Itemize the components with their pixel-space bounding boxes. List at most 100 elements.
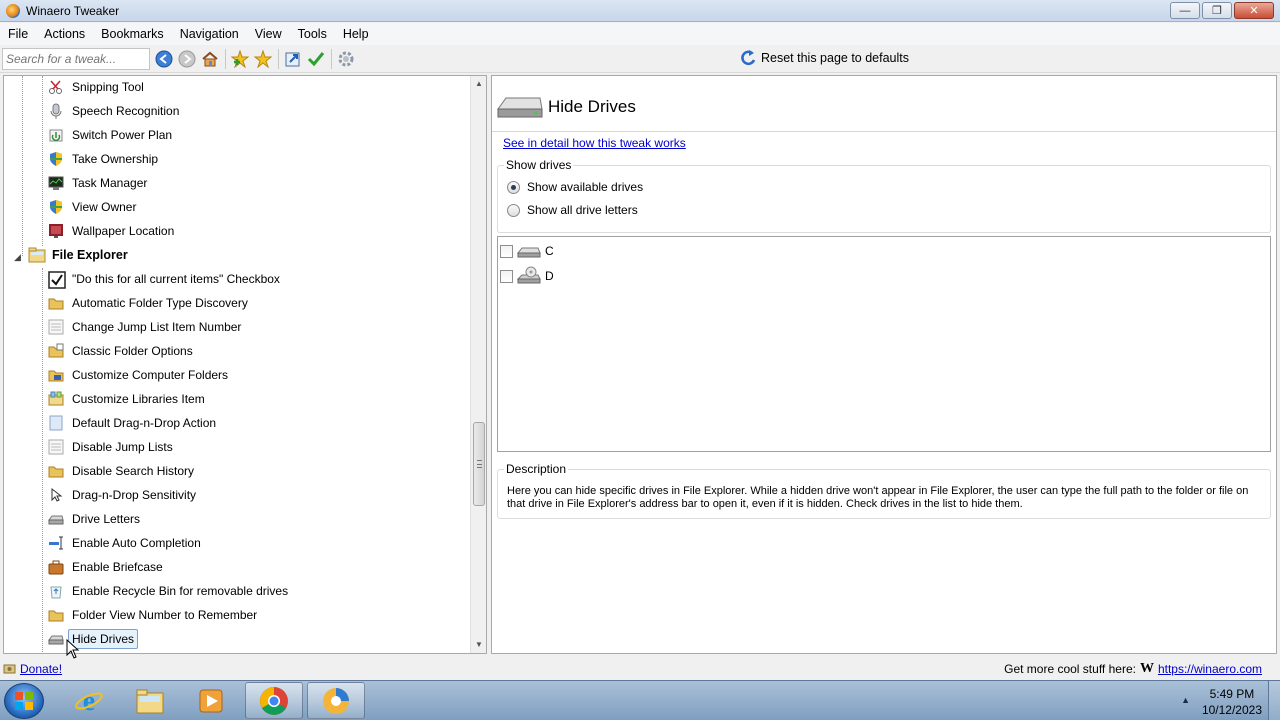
scroll-down-icon[interactable]: ▼ <box>471 637 486 653</box>
show-available-drives-radio[interactable]: Show available drives <box>507 180 643 194</box>
tree-connector <box>42 76 43 246</box>
menu-tools[interactable]: Tools <box>290 27 335 41</box>
radio-label: Show all drive letters <box>527 203 638 217</box>
add-bookmark-icon[interactable] <box>231 49 249 68</box>
taskbar-media-player[interactable] <box>182 682 240 719</box>
start-button[interactable] <box>4 683 44 719</box>
winaero-site-link[interactable]: https://winaero.com <box>1158 662 1262 676</box>
tree-item-folder-view-number[interactable]: Folder View Number to Remember <box>48 604 257 626</box>
tree-item-speech-recognition[interactable]: Speech Recognition <box>48 100 179 122</box>
menu-bar: File Actions Bookmarks Navigation View T… <box>0 23 1280 45</box>
tree-item-wallpaper-location[interactable]: Wallpaper Location <box>48 220 174 242</box>
tree-item-classic-folder-options[interactable]: Classic Folder Options <box>48 340 193 362</box>
home-icon[interactable] <box>201 50 219 68</box>
show-all-drive-letters-radio[interactable]: Show all drive letters <box>507 203 638 217</box>
collapse-file-explorer-toggle[interactable]: ◢ <box>14 253 22 262</box>
back-icon[interactable] <box>155 50 173 68</box>
tree-item-view-owner[interactable]: View Owner <box>48 196 136 218</box>
tree-item-task-manager[interactable]: Task Manager <box>48 172 147 194</box>
tree-item-disable-search-history[interactable]: Disable Search History <box>48 460 194 482</box>
tree-item-default-drag-n-drop-action[interactable]: Default Drag-n-Drop Action <box>48 412 216 434</box>
tray-expand-icon[interactable]: ▲ <box>1181 695 1190 705</box>
menu-navigation[interactable]: Navigation <box>172 27 247 41</box>
taskbar-file-explorer[interactable] <box>121 682 179 719</box>
tree-item-enable-auto-completion[interactable]: Enable Auto Completion <box>48 532 201 554</box>
drag-drop-icon <box>48 415 64 431</box>
radio-label: Show available drives <box>527 180 644 194</box>
menu-view[interactable]: View <box>247 27 290 41</box>
svg-text:e: e <box>83 686 95 716</box>
wallpaper-icon <box>48 223 64 239</box>
drive-row-c[interactable]: C <box>500 243 554 259</box>
taskbar-winaero-tweaker[interactable] <box>307 682 365 719</box>
toolbar: Reset this page to defaults <box>0 45 1280 73</box>
checkbox-icon <box>48 271 66 289</box>
status-bar: Donate! Get more cool stuff here: W http… <box>0 657 1280 680</box>
detail-link[interactable]: See in detail how this tweak works <box>503 136 686 150</box>
tree-item-disable-jump-lists[interactable]: Disable Jump Lists <box>48 436 173 458</box>
apply-icon[interactable] <box>307 50 325 68</box>
tree-item-drive-letters[interactable]: Drive Letters <box>48 508 140 530</box>
menu-actions[interactable]: Actions <box>36 27 93 41</box>
page-title: Hide Drives <box>548 97 636 116</box>
file-explorer-icon <box>136 689 164 713</box>
menu-file[interactable]: File <box>0 27 36 41</box>
grip-icon <box>477 460 482 468</box>
mouse-pointer-icon <box>66 639 80 659</box>
tree-item-enable-recycle-bin-removable[interactable]: Enable Recycle Bin for removable drives <box>48 580 288 602</box>
forward-icon[interactable] <box>178 50 196 68</box>
export-icon[interactable] <box>284 50 302 68</box>
window-controls: — ❐ ✕ <box>1170 2 1274 19</box>
drive-d-checkbox[interactable] <box>500 269 513 283</box>
window-title: Winaero Tweaker <box>26 3 120 18</box>
taskbar-internet-explorer[interactable]: e <box>60 682 118 719</box>
tree-item-change-jump-list-item-number[interactable]: Change Jump List Item Number <box>48 316 241 338</box>
tree-item-customize-libraries-item[interactable]: Customize Libraries Item <box>48 388 205 410</box>
menu-bookmarks[interactable]: Bookmarks <box>93 27 172 41</box>
radio-button[interactable] <box>507 180 520 194</box>
tree-item-snipping-tool[interactable]: Snipping Tool <box>48 76 144 98</box>
reset-page-button[interactable]: Reset this page to defaults <box>740 49 909 67</box>
tree-item-hide-drives[interactable]: Hide Drives <box>48 628 139 650</box>
restore-button[interactable]: ❐ <box>1202 2 1232 19</box>
close-button[interactable]: ✕ <box>1234 2 1274 19</box>
toolbar-separator <box>278 48 279 69</box>
show-drives-caption: Show drives <box>504 158 574 172</box>
tree-item-drag-n-drop-sensitivity[interactable]: Drag-n-Drop Sensitivity <box>48 484 196 506</box>
tree-group-file-explorer[interactable]: File Explorer <box>28 244 128 266</box>
tree-item-automatic-folder-type-discovery[interactable]: Automatic Folder Type Discovery <box>48 292 248 314</box>
settings-icon[interactable] <box>337 50 355 68</box>
taskbar-clock[interactable]: 5:49 PM 10/12/2023 <box>1202 686 1262 718</box>
description-text: Here you can hide specific drives in Fil… <box>507 485 1249 510</box>
more-stuff-text: Get more cool stuff here: <box>1004 661 1136 676</box>
scroll-up-icon[interactable]: ▲ <box>471 76 486 92</box>
tree-item-customize-computer-folders[interactable]: Customize Computer Folders <box>48 364 228 386</box>
tweak-tree[interactable]: Snipping Tool Speech Recognition Switch … <box>3 75 487 654</box>
drive-c-checkbox[interactable] <box>500 244 513 258</box>
radio-button[interactable] <box>507 203 520 217</box>
tree-item-do-this-for-all-checkbox[interactable]: "Do this for all current items" Checkbox <box>48 268 280 290</box>
tree-item-switch-power-plan[interactable]: Switch Power Plan <box>48 124 172 146</box>
status-right: Get more cool stuff here: W https://wina… <box>1004 661 1262 677</box>
list-icon <box>48 319 64 335</box>
hard-drive-icon <box>517 247 541 258</box>
donate-link[interactable]: Donate! <box>20 662 62 676</box>
tree-scrollbar[interactable]: ▲ ▼ <box>470 76 486 653</box>
tree-item-take-ownership[interactable]: Take Ownership <box>48 148 158 170</box>
scroll-thumb[interactable] <box>473 422 485 506</box>
recycle-icon <box>48 583 64 599</box>
show-desktop-button[interactable] <box>1268 681 1280 720</box>
drive-row-d[interactable]: D <box>500 266 554 286</box>
minimize-button[interactable]: — <box>1170 2 1200 19</box>
file-explorer-icon <box>28 247 46 263</box>
search-input[interactable] <box>2 47 150 70</box>
winaero-tweaker-icon <box>323 687 349 714</box>
drive-c-label: C <box>545 244 554 258</box>
taskbar-chrome[interactable] <box>245 682 303 719</box>
tree-connector <box>42 268 43 653</box>
internet-explorer-icon: e <box>75 686 103 716</box>
bookmarks-icon[interactable] <box>254 49 272 68</box>
tree-item-enable-briefcase[interactable]: Enable Briefcase <box>48 556 163 578</box>
menu-help[interactable]: Help <box>335 27 377 41</box>
shield-icon <box>48 199 64 215</box>
